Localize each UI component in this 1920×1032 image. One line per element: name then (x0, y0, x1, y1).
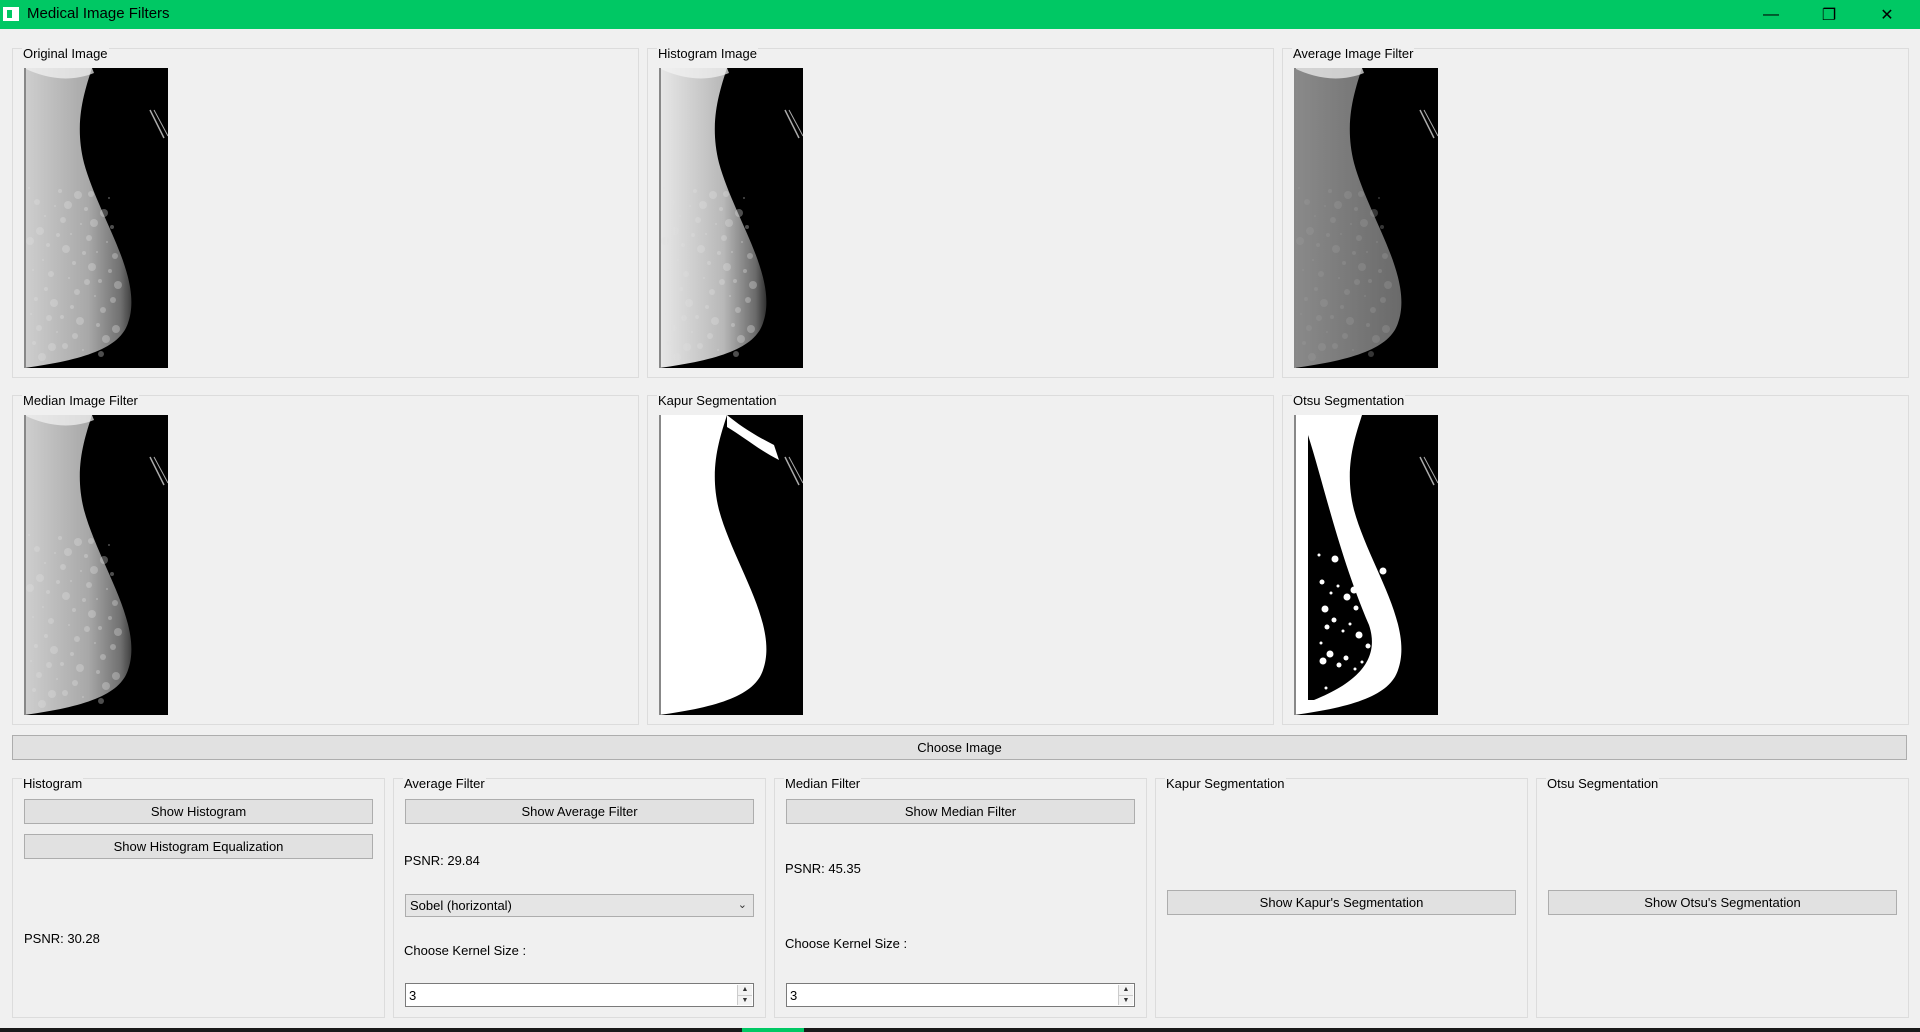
taskbar-accent (742, 1028, 804, 1032)
show-median-filter-button[interactable]: Show Median Filter (786, 799, 1135, 824)
kernel-size-label: Choose Kernel Size : (404, 943, 527, 958)
panel-title: Otsu Segmentation (1292, 393, 1406, 408)
show-histogram-button[interactable]: Show Histogram (24, 799, 373, 824)
mammogram-image (1294, 415, 1438, 715)
show-histogram-equalization-button[interactable]: Show Histogram Equalization (24, 834, 373, 859)
panel-title: Average Image Filter (1292, 46, 1415, 61)
maximize-icon[interactable]: ❐ (1800, 0, 1858, 29)
window-title: Medical Image Filters (27, 5, 170, 22)
panel-title: Histogram Image (657, 46, 758, 61)
histogram-group: Histogram Show Histogram Show Histogram … (12, 776, 385, 1018)
psnr-value: PSNR: 45.35 (785, 861, 861, 876)
average-filter-image (1294, 68, 1438, 368)
original-image-panel: Original Image (12, 46, 639, 378)
median-filter-image (24, 415, 168, 715)
spin-arrows[interactable]: ▲ ▼ (737, 985, 752, 1005)
show-otsu-segmentation-button[interactable]: Show Otsu's Segmentation (1548, 890, 1897, 915)
kernel-size-spinbox[interactable]: 3 ▲ ▼ (405, 983, 754, 1007)
panel-title: Median Image Filter (22, 393, 139, 408)
spin-down-icon[interactable]: ▼ (738, 995, 752, 1005)
show-average-filter-button[interactable]: Show Average Filter (405, 799, 754, 824)
histogram-image-panel: Histogram Image (647, 46, 1274, 378)
panel-title: Original Image (22, 46, 109, 61)
average-image-panel: Average Image Filter (1282, 46, 1909, 378)
mammogram-image (24, 68, 168, 368)
histogram-image (659, 68, 803, 368)
close-icon[interactable]: ✕ (1858, 0, 1916, 29)
panel-title: Kapur Segmentation (657, 393, 778, 408)
kernel-size-value: 3 (409, 987, 417, 1003)
show-kapur-segmentation-button[interactable]: Show Kapur's Segmentation (1167, 890, 1516, 915)
mammogram-image (659, 415, 803, 715)
mammogram-image (659, 68, 803, 368)
kapur-segmentation-image (659, 415, 803, 715)
average-filter-group: Average Filter Show Average Filter PSNR:… (393, 776, 766, 1018)
original-image (24, 68, 168, 368)
spin-up-icon[interactable]: ▲ (738, 985, 752, 996)
kapur-segmentation-group: Kapur Segmentation Show Kapur's Segmenta… (1155, 776, 1528, 1018)
otsu-image-panel: Otsu Segmentation (1282, 393, 1909, 725)
psnr-value: PSNR: 30.28 (24, 931, 100, 946)
group-title: Average Filter (403, 776, 486, 791)
spin-arrows[interactable]: ▲ ▼ (1118, 985, 1133, 1005)
group-title: Histogram (22, 776, 84, 791)
median-filter-group: Median Filter Show Median Filter PSNR: 4… (774, 776, 1147, 1018)
choose-image-button[interactable]: Choose Image (12, 735, 1907, 760)
group-title: Median Filter (784, 776, 862, 791)
kernel-size-label: Choose Kernel Size : (785, 936, 908, 951)
taskbar-strip (0, 1028, 1920, 1032)
group-title: Kapur Segmentation (1165, 776, 1286, 791)
group-title: Otsu Segmentation (1546, 776, 1660, 791)
otsu-segmentation-group: Otsu Segmentation Show Otsu's Segmentati… (1536, 776, 1909, 1018)
mammogram-image (1294, 68, 1438, 368)
spin-down-icon[interactable]: ▼ (1119, 995, 1133, 1005)
spin-up-icon[interactable]: ▲ (1119, 985, 1133, 996)
app-icon (3, 7, 19, 21)
kapur-image-panel: Kapur Segmentation (647, 393, 1274, 725)
select-value: Sobel (horizontal) (410, 898, 512, 913)
median-image-panel: Median Image Filter (12, 393, 639, 725)
minimize-icon[interactable]: — (1742, 0, 1800, 29)
title-bar: Medical Image Filters — ❐ ✕ (0, 0, 1920, 29)
chevron-down-icon: ⌄ (737, 899, 747, 911)
mammogram-image (24, 415, 168, 715)
filter-type-select[interactable]: Sobel (horizontal) ⌄ (405, 894, 754, 917)
psnr-value: PSNR: 29.84 (404, 853, 480, 868)
kernel-size-value: 3 (790, 987, 798, 1003)
otsu-segmentation-image (1294, 415, 1438, 715)
kernel-size-spinbox[interactable]: 3 ▲ ▼ (786, 983, 1135, 1007)
